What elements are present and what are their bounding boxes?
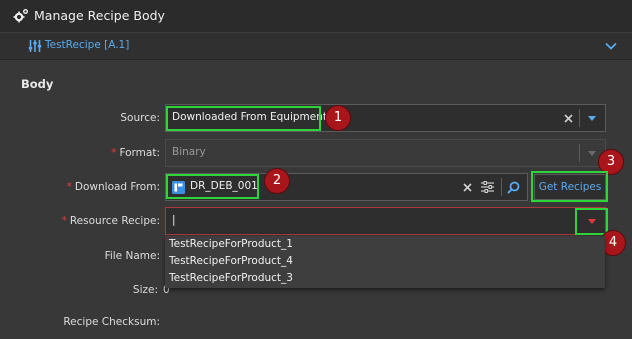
resource-recipe-label: * Resource Recipe: (61, 215, 160, 227)
separator (579, 109, 580, 127)
source-label: Source: (120, 112, 160, 124)
highlight-get-recipes (531, 171, 608, 202)
callout-1: 1 (325, 105, 351, 131)
recipe-header[interactable]: TestRecipe [A.1] (0, 33, 632, 60)
dropdown-option[interactable]: TestRecipeForProduct_3 (165, 270, 605, 287)
format-value: Binary (172, 146, 206, 158)
size-label: Size: (132, 284, 158, 296)
highlight-download-from (166, 174, 259, 199)
download-from-label: * Download From: (66, 181, 160, 193)
format-select: Binary (165, 139, 606, 167)
dropdown-option[interactable]: TestRecipeForProduct_1 (165, 236, 605, 253)
clear-icon[interactable] (564, 114, 573, 123)
resource-recipe-input[interactable]: | (172, 214, 176, 226)
file-name-label: File Name: (104, 250, 160, 262)
sliders-icon (28, 40, 42, 52)
required-marker: * (111, 147, 117, 159)
highlight-source (166, 106, 321, 131)
clear-icon[interactable] (463, 183, 472, 192)
resource-recipe-dropdown[interactable]: TestRecipeForProduct_1 TestRecipeForProd… (165, 236, 605, 288)
highlight-resource-caret (575, 208, 608, 235)
required-marker: * (61, 215, 67, 227)
recipe-checksum-label: Recipe Checksum: (63, 316, 160, 328)
callout-2: 2 (264, 168, 290, 194)
filter-settings-icon[interactable] (481, 181, 494, 193)
dropdown-option[interactable]: TestRecipeForProduct_4 (165, 253, 605, 270)
caret-down-icon[interactable] (588, 116, 596, 121)
section-title: Body (21, 77, 54, 91)
gear-icon (13, 9, 28, 23)
chevron-down-icon[interactable] (605, 41, 617, 51)
search-icon[interactable] (507, 181, 520, 194)
recipe-link[interactable]: TestRecipe [A.1] (45, 39, 129, 51)
caret-down-icon (588, 151, 596, 156)
format-label: * Format: (111, 147, 160, 159)
separator (501, 178, 502, 196)
window-title: Manage Recipe Body (34, 8, 165, 23)
resource-recipe-select[interactable]: | (165, 207, 606, 235)
required-marker: * (66, 181, 72, 193)
title-bar: Manage Recipe Body (0, 0, 632, 33)
separator (579, 144, 580, 162)
